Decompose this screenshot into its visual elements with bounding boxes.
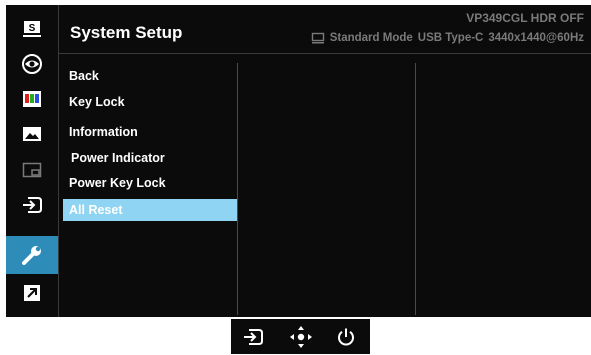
splendid-icon: S	[23, 21, 41, 37]
sidebar-item-color[interactable]	[6, 81, 58, 117]
sidebar-item-pip[interactable]	[6, 152, 58, 188]
osd-sidebar: S	[6, 5, 58, 317]
input-select-icon	[23, 197, 42, 213]
model-info: VP349CGL HDR OFF	[466, 11, 584, 25]
menu-item-key-lock[interactable]: Key Lock	[63, 91, 237, 113]
resolution-label: 3440x1440@60Hz	[488, 32, 584, 44]
menu-item-power-indicator[interactable]: Power Indicator	[63, 147, 237, 169]
sidebar-item-system-setup[interactable]	[6, 236, 58, 274]
submenu-divider-1	[237, 63, 238, 315]
header-divider	[58, 53, 591, 54]
menu-item-back[interactable]: Back	[63, 65, 237, 87]
sidebar-item-splendid[interactable]: S	[6, 11, 58, 47]
system-setup-icon	[22, 246, 41, 265]
sidebar-item-image[interactable]	[6, 116, 58, 152]
page-title: System Setup	[70, 23, 183, 42]
image-icon	[23, 127, 41, 141]
menu-item-all-reset[interactable]: All Reset	[63, 199, 237, 221]
menu-item-power-key-lock[interactable]: Power Key Lock	[63, 172, 237, 194]
mode-label: Standard Mode	[329, 32, 413, 44]
submenu-divider-2	[415, 63, 416, 315]
status-line: Standard Mode USB Type-C 3440x1440@60Hz	[311, 32, 584, 44]
key-input[interactable]	[233, 319, 273, 354]
input-icon	[244, 328, 263, 345]
sidebar-item-input-select[interactable]	[6, 187, 58, 223]
sidebar-item-shortcut[interactable]	[6, 275, 58, 311]
pip-icon	[22, 162, 42, 178]
osd-menu: S System Setup VP349CGL HDR OFF Standard…	[6, 5, 591, 317]
shortcut-icon	[24, 285, 40, 301]
eye-care-icon	[22, 54, 42, 74]
power-icon	[338, 328, 354, 345]
five-way-navigator-icon	[290, 325, 312, 348]
key-power[interactable]	[326, 319, 366, 354]
monitor-icon	[311, 32, 324, 44]
input-label: USB Type-C	[417, 32, 484, 44]
key-guide	[231, 319, 370, 354]
menu-item-information[interactable]: Information	[63, 121, 237, 143]
splendid-glyph: S	[29, 23, 36, 34]
sidebar-item-eye-care[interactable]	[6, 46, 58, 82]
color-icon	[23, 91, 41, 107]
key-navigator[interactable]	[281, 319, 321, 354]
sidebar-divider	[58, 5, 59, 317]
